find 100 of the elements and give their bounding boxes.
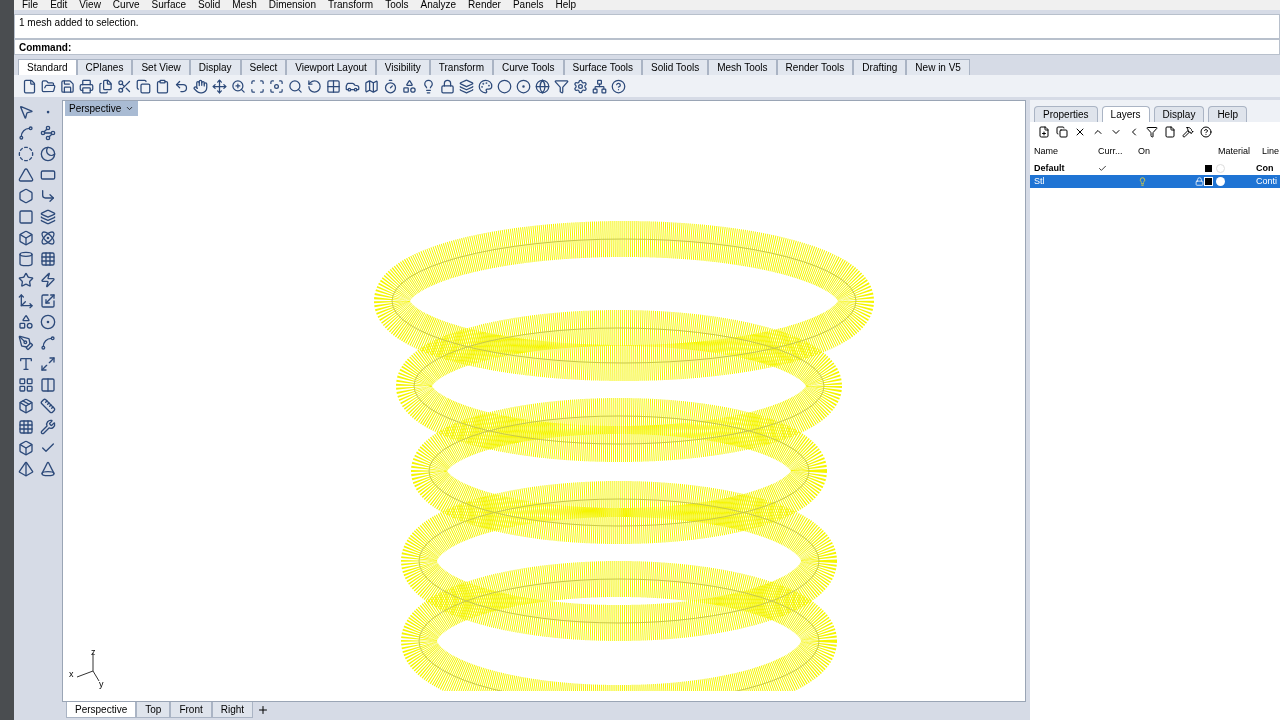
toolbar-tab[interactable]: New in V5 [906,59,970,75]
zoom-icon[interactable] [288,78,303,94]
scale-icon[interactable] [40,293,56,309]
menu-item[interactable]: View [79,0,101,10]
paste-icon[interactable] [155,78,170,94]
block-icon[interactable] [18,440,34,456]
panel-tab[interactable]: Properties [1034,106,1098,122]
wrench-icon[interactable] [40,419,56,435]
rectangle-icon[interactable] [40,167,56,183]
viewport-grid-icon[interactable] [326,78,341,94]
check-icon[interactable] [1098,164,1107,174]
zoom-extents-icon[interactable] [269,78,284,94]
menu-item[interactable]: Mesh [232,0,257,10]
help-icon[interactable] [611,78,626,94]
column-header[interactable]: Name [1034,145,1098,159]
circle-icon[interactable] [18,146,34,162]
mesh-icon[interactable] [40,251,56,267]
lightning-icon[interactable] [40,272,56,288]
viewport-tab[interactable]: Perspective [66,702,137,718]
group-icon[interactable] [18,314,34,330]
toolbar-tab[interactable]: Render Tools [776,59,854,75]
layout-icon[interactable] [18,377,34,393]
toolbar-tab[interactable]: Mesh Tools [708,59,777,75]
open-folder-icon[interactable] [41,78,56,94]
cylinder-icon[interactable] [18,251,34,267]
ruler-icon[interactable] [40,398,56,414]
layer-color-swatch[interactable] [1204,164,1213,174]
toolbar-tab[interactable]: Standard [18,59,77,75]
menu-item[interactable]: Render [468,0,501,10]
menu-item[interactable]: Analyze [420,0,457,10]
menu-item[interactable]: Help [555,0,577,10]
viewport-title[interactable]: Perspective [65,101,139,116]
viewport[interactable]: Perspective z x y [62,100,1026,702]
menu-item[interactable]: Dimension [268,0,316,10]
pyramid-icon[interactable] [18,461,34,477]
array-icon[interactable] [18,419,34,435]
new-file-icon[interactable] [22,78,37,94]
resize-icon[interactable] [40,356,56,372]
document-icon[interactable] [1164,126,1176,138]
zoom-window-icon[interactable] [250,78,265,94]
text-icon[interactable] [18,356,34,372]
columns-icon[interactable] [40,377,56,393]
toolbar-tab[interactable]: CPlanes [76,59,133,75]
timer-icon[interactable] [383,78,398,94]
toolbar-tab[interactable]: Visibility [375,59,430,75]
panel-tab[interactable]: Help [1208,106,1247,122]
column-header[interactable]: Material [1218,145,1262,159]
map-icon[interactable] [364,78,379,94]
copy-pages-icon[interactable] [98,78,113,94]
cut-icon[interactable] [117,78,132,94]
globe-icon[interactable] [535,78,550,94]
layers-icon[interactable] [459,78,474,94]
print-icon[interactable] [79,78,94,94]
lightbulb-icon[interactable] [421,78,436,94]
toolbar-tab[interactable]: Curve Tools [492,59,564,75]
toolbar-tab[interactable]: Viewport Layout [286,59,376,75]
pointer-icon[interactable] [18,104,34,120]
toolbar-tab[interactable]: Drafting [853,59,907,75]
copy-icon[interactable] [136,78,151,94]
save-icon[interactable] [60,78,75,94]
star-icon[interactable] [18,272,34,288]
undo-icon[interactable] [174,78,189,94]
polygon-icon[interactable] [18,188,34,204]
menu-item[interactable]: Panels [512,0,544,10]
delete-icon[interactable] [1074,126,1086,138]
box-icon[interactable] [18,230,34,246]
menu-item[interactable]: Transform [327,0,374,10]
rotate-icon[interactable] [307,78,322,94]
zoom-in-icon[interactable] [231,78,246,94]
funnel-icon[interactable] [554,78,569,94]
hammer-icon[interactable] [1182,126,1194,138]
new-layer-icon[interactable] [1038,126,1050,138]
move-icon[interactable] [212,78,227,94]
cone-icon[interactable] [40,461,56,477]
toolbar-tab[interactable]: Set View [132,59,190,75]
lock-icon[interactable] [440,78,455,94]
pan-hand-icon[interactable] [193,78,208,94]
sphere-icon[interactable] [497,78,512,94]
fillet-curve-icon[interactable] [40,335,56,351]
toolbar-tab[interactable]: Solid Tools [642,59,709,75]
layer-row[interactable]: Stl Conti [1030,175,1280,188]
dropdown-caret-icon[interactable] [125,104,135,113]
shapes-icon[interactable] [402,78,417,94]
help-icon[interactable] [1200,126,1212,138]
panel-tab[interactable]: Display [1153,106,1205,122]
toolbar-tab[interactable]: Display [189,59,241,75]
menu-item[interactable]: Edit [50,0,68,10]
network-icon[interactable] [592,78,607,94]
column-header[interactable]: Line [1262,145,1280,159]
toolbar-tab[interactable]: Transform [429,59,493,75]
layer-color-swatch[interactable] [1204,177,1213,187]
menu-item[interactable]: Surface [151,0,186,10]
transform-icon[interactable] [18,293,34,309]
add-viewport-icon[interactable] [257,704,270,716]
column-header[interactable]: On [1138,145,1190,159]
menu-item[interactable]: File [22,0,39,10]
viewport-tab[interactable]: Front [170,702,212,718]
toolbar-tab[interactable]: Surface Tools [563,59,642,75]
package-icon[interactable] [18,398,34,414]
panel-tab[interactable]: Layers [1101,106,1150,122]
